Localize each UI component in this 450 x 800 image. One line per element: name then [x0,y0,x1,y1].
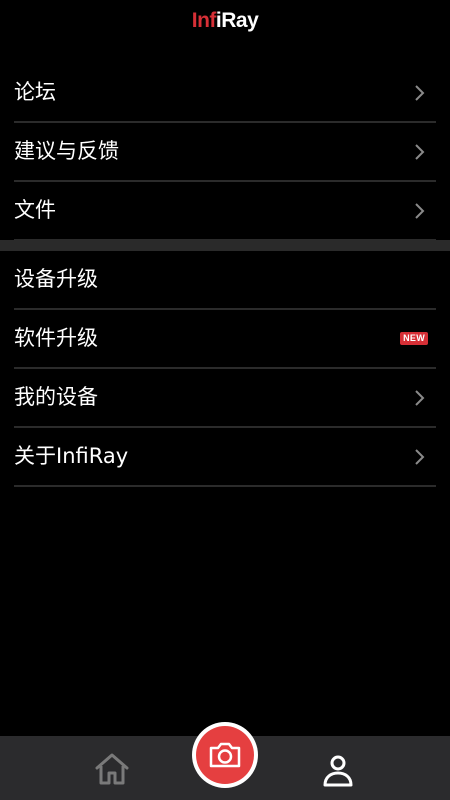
menu-item-label: 文件 [14,198,56,222]
menu-item-software-upgrade[interactable]: 软件升级 NEW [14,310,436,369]
app-header: InfiRay [0,0,450,40]
new-badge: NEW [400,332,428,345]
chevron-right-icon [408,200,430,222]
menu-item-label: 软件升级 [14,326,98,350]
screen: InfiRay 论坛 建议与反馈 文件 设备升级 软件升级 NEW 我的设备 关… [0,0,450,800]
menu-item-feedback[interactable]: 建议与反馈 [14,123,436,182]
menu-item-device-upgrade[interactable]: 设备升级 [14,251,436,310]
menu-item-label: 建议与反馈 [14,139,119,163]
menu-group-2: 设备升级 软件升级 NEW 我的设备 关于InfiRay [0,251,450,487]
camera-button[interactable] [192,722,258,788]
logo-part-2: iRay [215,8,259,32]
menu-group-1: 论坛 建议与反馈 文件 [0,64,450,241]
logo-part-1: Inf [191,8,217,32]
home-icon[interactable] [93,752,131,786]
menu-item-files[interactable]: 文件 [14,182,436,241]
infiray-logo: InfiRay [192,10,259,31]
menu-item-my-devices[interactable]: 我的设备 [14,369,436,428]
menu-item-label: 我的设备 [14,385,98,409]
menu-item-label: 关于InfiRay [14,444,129,468]
chevron-right-icon [408,387,430,409]
chevron-right-icon [408,141,430,163]
menu-item-forum[interactable]: 论坛 [14,64,436,123]
menu-item-label: 论坛 [14,80,56,104]
menu-item-label: 设备升级 [14,267,98,291]
section-divider [0,240,450,251]
chevron-right-icon [408,446,430,468]
chevron-right-icon [408,82,430,104]
menu-item-about[interactable]: 关于InfiRay [14,428,436,487]
profile-icon[interactable] [320,752,356,788]
camera-icon [196,726,254,784]
